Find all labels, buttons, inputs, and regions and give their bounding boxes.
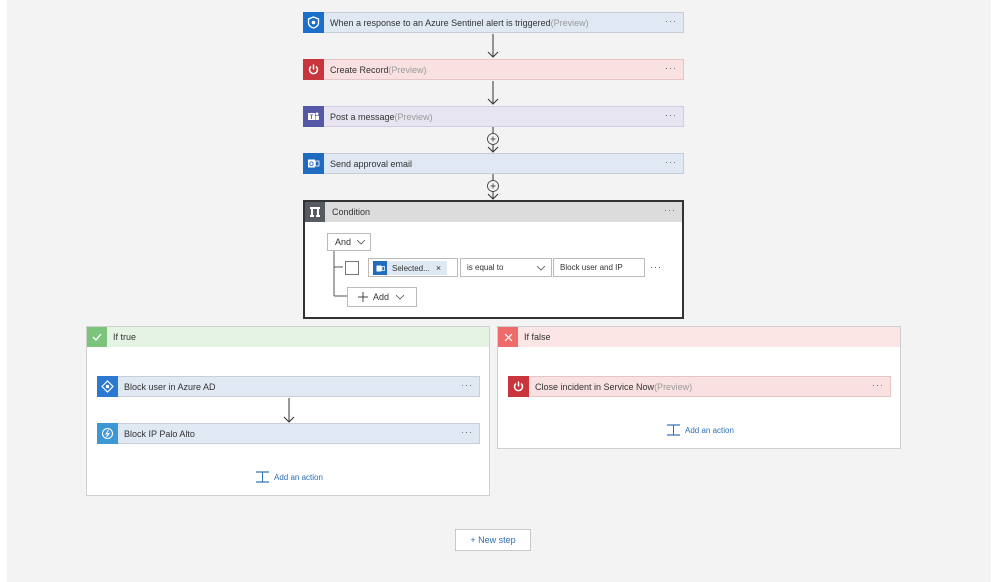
value-input[interactable]: Block user and IP xyxy=(553,258,645,277)
insert-step-arrow[interactable] xyxy=(485,174,501,200)
chevron-down-icon xyxy=(537,266,545,271)
more-options-icon[interactable]: ··· xyxy=(665,157,677,167)
close-incident-card[interactable]: Close incident in Service Now(Preview) ·… xyxy=(508,376,891,397)
send-email-card[interactable]: O Send approval email ··· xyxy=(303,153,684,174)
new-step-label: + New step xyxy=(470,535,516,545)
if-true-header[interactable]: If true xyxy=(87,327,489,347)
chevron-down-icon xyxy=(357,240,365,245)
servicenow-icon xyxy=(303,59,324,80)
logic-app-icon xyxy=(97,423,118,444)
add-action-icon xyxy=(256,471,269,483)
plus-icon xyxy=(358,292,368,302)
operator-label: is equal to xyxy=(467,263,504,272)
outlook-icon xyxy=(373,261,387,275)
condition-card[interactable]: Condition ··· And Selected... × is equal… xyxy=(303,200,684,319)
remove-token-icon[interactable]: × xyxy=(436,263,441,273)
create-record-card[interactable]: Create Record(Preview) ··· xyxy=(303,59,684,80)
svg-text:T: T xyxy=(310,115,314,121)
add-label: Add xyxy=(373,292,390,302)
if-true-title: If true xyxy=(113,332,137,342)
check-icon xyxy=(87,327,107,347)
more-options-icon[interactable]: ··· xyxy=(665,63,677,73)
more-options-icon[interactable]: ··· xyxy=(665,16,677,26)
arrow-down-icon xyxy=(487,34,499,58)
block-ip-label: Block IP Palo Alto xyxy=(124,428,195,439)
row-checkbox[interactable] xyxy=(345,261,359,275)
trigger-card[interactable]: When a response to an Azure Sentinel ale… xyxy=(303,12,684,33)
close-icon xyxy=(498,327,518,347)
dynamic-token-field[interactable]: Selected... × xyxy=(368,258,458,277)
add-action-icon xyxy=(667,424,680,436)
new-step-button[interactable]: + New step xyxy=(455,529,531,551)
svg-text:O: O xyxy=(309,162,314,168)
value-text: Block user and IP xyxy=(560,263,623,272)
more-options-icon[interactable]: ··· xyxy=(665,110,677,120)
token-label: Selected... xyxy=(392,263,430,273)
more-options-icon[interactable]: ··· xyxy=(664,205,676,215)
row-more-options-icon[interactable]: ··· xyxy=(650,262,662,272)
close-incident-label: Close incident in Service Now xyxy=(535,381,655,392)
post-message-card[interactable]: T Post a message(Preview) ··· xyxy=(303,106,684,127)
preview-tag: (Preview) xyxy=(394,111,433,122)
preview-tag: (Preview) xyxy=(388,64,427,75)
insert-step-arrow[interactable] xyxy=(485,127,501,153)
dynamic-token[interactable]: Selected... × xyxy=(373,261,447,275)
add-condition-button[interactable]: Add xyxy=(347,287,417,307)
add-action-button[interactable]: Add an action xyxy=(256,471,323,483)
teams-icon: T xyxy=(303,106,324,127)
preview-tag: (Preview) xyxy=(550,17,589,28)
block-user-card[interactable]: Block user in Azure AD ··· xyxy=(97,376,480,397)
condition-header[interactable]: Condition ··· xyxy=(305,202,682,222)
create-record-label: Create Record xyxy=(330,64,389,75)
group-and-label: And xyxy=(335,237,352,247)
block-user-label: Block user in Azure AD xyxy=(124,381,216,392)
arrow-down-icon xyxy=(487,81,499,105)
condition-title: Condition xyxy=(332,207,371,217)
trigger-label: When a response to an Azure Sentinel ale… xyxy=(330,17,551,28)
preview-tag: (Preview) xyxy=(654,381,693,392)
operator-dropdown[interactable]: is equal to xyxy=(460,258,552,277)
add-action-label: Add an action xyxy=(274,472,323,482)
post-message-label: Post a message xyxy=(330,111,395,122)
if-false-header[interactable]: If false xyxy=(498,327,900,347)
more-options-icon[interactable]: ··· xyxy=(461,427,473,437)
chevron-down-icon xyxy=(396,294,405,300)
add-action-label: Add an action xyxy=(685,425,734,435)
send-email-label: Send approval email xyxy=(330,158,413,169)
condition-icon xyxy=(305,202,325,222)
more-options-icon[interactable]: ··· xyxy=(461,380,473,390)
add-action-button[interactable]: Add an action xyxy=(667,424,734,436)
if-false-branch: If false Close incident in Service Now(P… xyxy=(497,326,901,449)
if-true-branch: If true Block user in Azure AD ··· Block… xyxy=(86,326,490,496)
outlook-icon: O xyxy=(303,153,324,174)
if-false-title: If false xyxy=(524,332,551,342)
arrow-down-icon xyxy=(283,398,295,423)
servicenow-icon xyxy=(508,376,529,397)
block-ip-card[interactable]: Block IP Palo Alto ··· xyxy=(97,423,480,444)
more-options-icon[interactable]: ··· xyxy=(872,380,884,390)
azure-ad-icon xyxy=(97,376,118,397)
sentinel-icon xyxy=(303,12,324,33)
group-and-dropdown[interactable]: And xyxy=(327,233,371,251)
